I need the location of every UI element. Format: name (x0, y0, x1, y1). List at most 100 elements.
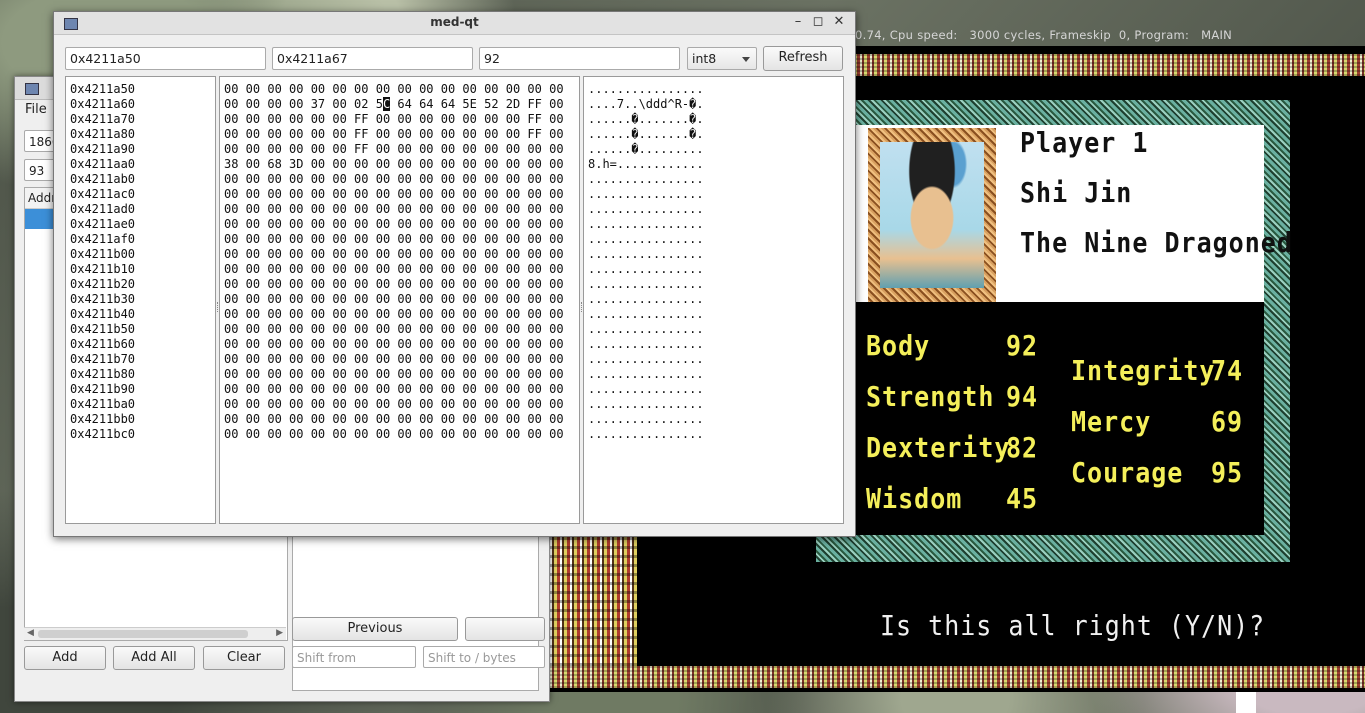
close-icon[interactable]: ✕ (831, 14, 847, 30)
scroll-left-icon[interactable]: ◀ (27, 628, 34, 638)
ascii-row[interactable]: ................ (588, 187, 704, 202)
hex-row[interactable]: 00 00 00 00 00 00 00 00 00 00 00 00 00 0… (224, 427, 564, 442)
hex-row[interactable]: 00 00 00 00 00 00 00 00 00 00 00 00 00 0… (224, 412, 564, 427)
ascii-row[interactable]: ................ (588, 337, 704, 352)
horizontal-scrollbar[interactable]: ◀ ▶ (24, 627, 286, 640)
hex-row[interactable]: 00 00 00 00 00 00 FF 00 00 00 00 00 00 0… (224, 112, 564, 127)
menu-file[interactable]: File (25, 102, 47, 117)
ascii-row[interactable]: ................ (588, 427, 704, 442)
hex-row[interactable]: 00 00 00 00 00 00 00 00 00 00 00 00 00 0… (224, 352, 564, 367)
ascii-row[interactable]: ................ (588, 322, 704, 337)
address-cell[interactable]: 0x4211a60 (70, 97, 135, 112)
ascii-row[interactable]: ................ (588, 307, 704, 322)
address-cell[interactable]: 0x4211ba0 (70, 397, 135, 412)
address-cell[interactable]: 0x4211bc0 (70, 427, 135, 442)
address-cell[interactable]: 0x4211b60 (70, 337, 135, 352)
ascii-view[interactable]: ................ ....7..\ddd^R-�. ......�.… (583, 76, 844, 524)
hex-row[interactable]: 00 00 00 00 00 00 00 00 00 00 00 00 00 0… (224, 397, 564, 412)
ascii-row[interactable]: ................ (588, 202, 704, 217)
hex-view[interactable]: 00 00 00 00 00 00 00 00 00 00 00 00 00 0… (219, 76, 580, 524)
next-button[interactable] (465, 617, 545, 641)
ascii-row[interactable]: ................ (588, 82, 704, 97)
splitter-handle[interactable] (581, 302, 585, 312)
splitter-handle[interactable] (217, 302, 221, 312)
add-button[interactable]: Add (24, 646, 106, 670)
ascii-row[interactable]: ......�.......�. (588, 127, 704, 142)
ascii-row[interactable]: ................ (588, 172, 704, 187)
address-cell[interactable]: 0x4211b90 (70, 382, 135, 397)
ascii-row[interactable]: ................ (588, 247, 704, 262)
window-titlebar[interactable]: med-qt – ◻ ✕ (54, 12, 855, 35)
hex-row[interactable]: 00 00 00 00 00 00 00 00 00 00 00 00 00 0… (224, 277, 564, 292)
address-cell[interactable]: 0x4211a90 (70, 142, 135, 157)
hex-row[interactable]: 00 00 00 00 00 00 00 00 00 00 00 00 00 0… (224, 382, 564, 397)
hex-row[interactable]: 00 00 00 00 00 00 FF 00 00 00 00 00 00 0… (224, 127, 564, 142)
value-input[interactable]: 92 (479, 47, 680, 70)
maximize-icon[interactable]: ◻ (810, 14, 826, 30)
selected-address-input[interactable]: 0x4211a67 (272, 47, 473, 70)
hex-row[interactable]: 00 00 00 00 00 00 00 00 00 00 00 00 00 0… (224, 322, 564, 337)
ascii-row[interactable]: ................ (588, 232, 704, 247)
address-cell[interactable]: 0x4211ad0 (70, 202, 135, 217)
ascii-row[interactable]: ................ (588, 412, 704, 427)
hex-row[interactable]: 38 00 68 3D 00 00 00 00 00 00 00 00 00 0… (224, 157, 564, 172)
hex-row[interactable]: 00 00 00 00 00 00 00 00 00 00 00 00 00 0… (224, 367, 564, 382)
add-all-button[interactable]: Add All (113, 646, 195, 670)
ascii-row[interactable]: ....7..\ddd^R-�. (588, 97, 704, 112)
hex-row[interactable]: 00 00 00 00 00 00 00 00 00 00 00 00 00 0… (224, 202, 564, 217)
ascii-row[interactable]: ................ (588, 292, 704, 307)
hex-row[interactable]: 00 00 00 00 00 00 00 00 00 00 00 00 00 0… (224, 292, 564, 307)
address-cell[interactable]: 0x4211b00 (70, 247, 135, 262)
clear-button[interactable]: Clear (203, 646, 285, 670)
address-cell[interactable]: 0x4211a50 (70, 82, 135, 97)
ascii-row[interactable]: 8.h=............ (588, 157, 704, 172)
ascii-row[interactable]: ................ (588, 382, 704, 397)
address-cell[interactable]: 0x4211b30 (70, 292, 135, 307)
address-cell[interactable]: 0x4211ae0 (70, 217, 135, 232)
ascii-row[interactable]: ................ (588, 367, 704, 382)
address-cell[interactable]: 0x4211b80 (70, 367, 135, 382)
address-cell[interactable]: 0x4211bb0 (70, 412, 135, 427)
hex-row[interactable]: 00 00 00 00 00 00 FF 00 00 00 00 00 00 0… (224, 142, 564, 157)
hex-row[interactable]: 00 00 00 00 00 00 00 00 00 00 00 00 00 0… (224, 217, 564, 232)
ascii-row[interactable]: ................ (588, 352, 704, 367)
hex-row[interactable]: 00 00 00 00 00 00 00 00 00 00 00 00 00 0… (224, 247, 564, 262)
refresh-button[interactable]: Refresh (763, 46, 843, 71)
address-cell[interactable]: 0x4211b70 (70, 352, 135, 367)
address-cell[interactable]: 0x4211b10 (70, 262, 135, 277)
hex-row[interactable]: 00 00 00 00 00 00 00 00 00 00 00 00 00 0… (224, 187, 564, 202)
address-cell[interactable]: 0x4211af0 (70, 232, 135, 247)
address-cell[interactable]: 0x4211b40 (70, 307, 135, 322)
memory-viewer-window[interactable]: med-qt – ◻ ✕ 0x4211a50 0x4211a67 92 int8… (53, 11, 856, 537)
ascii-row[interactable]: ................ (588, 277, 704, 292)
address-cell[interactable]: 0x4211a80 (70, 127, 135, 142)
hex-row[interactable]: 00 00 00 00 37 00 02 5C 64 64 64 5E 52 2… (224, 97, 564, 112)
address-cell[interactable]: 0x4211ac0 (70, 187, 135, 202)
minimize-icon[interactable]: – (790, 14, 806, 30)
start-address-input[interactable]: 0x4211a50 (65, 47, 266, 70)
address-cell[interactable]: 0x4211aa0 (70, 157, 135, 172)
ascii-row[interactable]: ......�.......�. (588, 112, 704, 127)
type-select[interactable]: int8 (687, 47, 757, 70)
address-cell[interactable]: 0x4211a70 (70, 112, 135, 127)
previous-button[interactable]: Previous (292, 617, 458, 641)
shift-to-input[interactable]: Shift to / bytes (423, 646, 545, 668)
hex-row[interactable]: 00 00 00 00 00 00 00 00 00 00 00 00 00 0… (224, 82, 564, 97)
address-cell[interactable]: 0x4211ab0 (70, 172, 135, 187)
ascii-row[interactable]: ......�......... (588, 142, 704, 157)
scrollbar-thumb[interactable] (38, 630, 248, 638)
hex-row[interactable]: 00 00 00 00 00 00 00 00 00 00 00 00 00 0… (224, 337, 564, 352)
shift-from-input[interactable]: Shift from (292, 646, 416, 668)
portrait-face (880, 142, 984, 288)
address-column[interactable]: 0x4211a50 0x4211a60 0x4211a70 0x4211a80 0x42… (65, 76, 216, 524)
address-cell[interactable]: 0x4211b20 (70, 277, 135, 292)
address-cell[interactable]: 0x4211b50 (70, 322, 135, 337)
hex-row[interactable]: 00 00 00 00 00 00 00 00 00 00 00 00 00 0… (224, 232, 564, 247)
ascii-row[interactable]: ................ (588, 217, 704, 232)
hex-row[interactable]: 00 00 00 00 00 00 00 00 00 00 00 00 00 0… (224, 262, 564, 277)
hex-row[interactable]: 00 00 00 00 00 00 00 00 00 00 00 00 00 0… (224, 172, 564, 187)
scroll-right-icon[interactable]: ▶ (276, 628, 283, 638)
hex-row[interactable]: 00 00 00 00 00 00 00 00 00 00 00 00 00 0… (224, 307, 564, 322)
ascii-row[interactable]: ................ (588, 262, 704, 277)
ascii-row[interactable]: ................ (588, 397, 704, 412)
